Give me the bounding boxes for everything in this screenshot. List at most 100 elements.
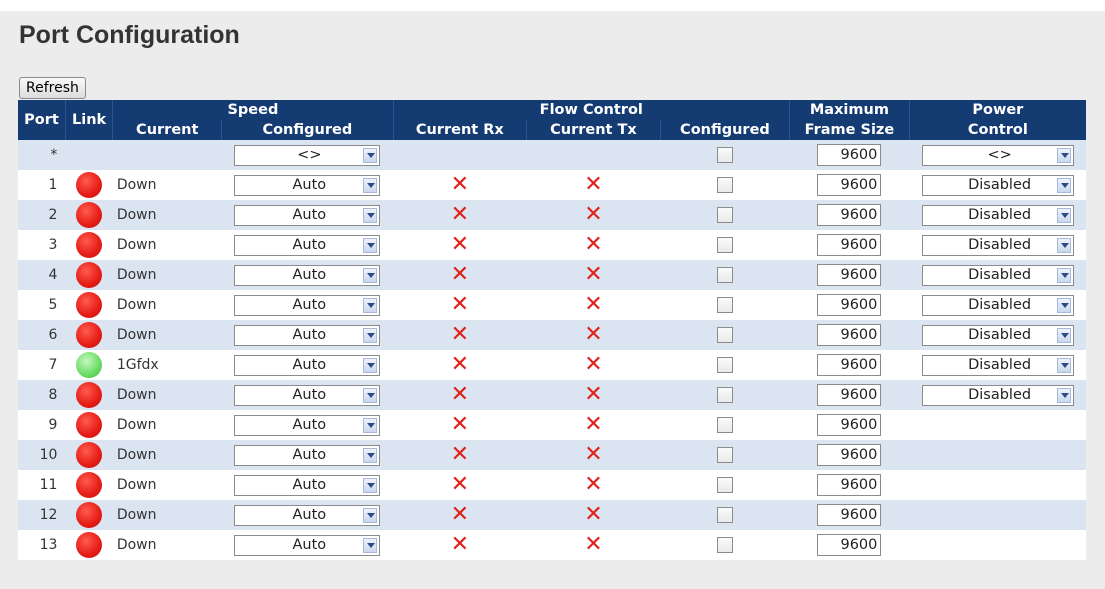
chevron-down-icon[interactable] [363,237,378,253]
flow-control-checkbox[interactable] [716,417,733,433]
current-tx-cell: ✕ [526,380,661,410]
speed-select[interactable]: Auto [234,534,381,556]
flow-control-checkbox[interactable] [716,447,733,463]
max-frame-input[interactable]: 9600 [817,174,882,196]
speed-select[interactable]: <> [234,144,381,166]
power-select[interactable]: Disabled [921,264,1074,286]
flow-control-checkbox[interactable] [716,177,733,193]
chevron-down-icon[interactable] [1056,387,1071,403]
speed-select[interactable]: Auto [234,444,381,466]
speed-select[interactable]: Auto [234,324,381,346]
speed-select[interactable]: Auto [234,264,381,286]
power-select[interactable]: <> [921,144,1074,166]
link-cell [65,440,113,470]
chevron-down-icon[interactable] [363,387,378,403]
power-select[interactable]: Disabled [921,294,1074,316]
flow-control-checkbox[interactable] [716,237,733,253]
power-select[interactable]: Disabled [921,204,1074,226]
chevron-down-icon[interactable] [363,147,378,163]
max-frame-input[interactable]: 9600 [817,294,882,316]
speed-select[interactable]: Auto [234,294,381,316]
flow-control-checkbox[interactable] [716,477,733,493]
current-cell: Down [112,230,222,260]
flow-control-checkbox[interactable] [716,357,733,373]
max-frame-input[interactable]: 9600 [817,504,882,526]
max-frame-cell: 9600 [789,440,910,470]
chevron-down-icon[interactable] [1056,267,1071,283]
chevron-down-icon[interactable] [363,447,378,463]
red-x-icon: ✕ [584,322,603,347]
speed-select-value: Auto [292,506,327,523]
power-select[interactable]: Disabled [921,384,1074,406]
flow-control-checkbox[interactable] [716,327,733,343]
content-area: Port Configuration Refresh Port Link Spe… [0,11,1105,589]
max-frame-input[interactable]: 9600 [817,534,882,556]
max-frame-input[interactable]: 9600 [817,414,882,436]
chevron-down-icon[interactable] [363,177,378,193]
chevron-down-icon[interactable] [363,207,378,223]
power-select[interactable]: Disabled [921,234,1074,256]
speed-select[interactable]: Auto [234,354,381,376]
max-frame-input[interactable]: 9600 [817,354,882,376]
chevron-down-icon[interactable] [363,507,378,523]
chevron-down-icon[interactable] [1056,297,1071,313]
chevron-down-icon[interactable] [1056,207,1071,223]
chevron-down-icon[interactable] [363,417,378,433]
refresh-button[interactable]: Refresh [19,77,86,99]
max-frame-input[interactable]: 9600 [817,204,882,226]
max-frame-input[interactable]: 9600 [817,144,882,166]
chevron-down-icon[interactable] [1056,327,1071,343]
speed-select[interactable]: Auto [234,504,381,526]
port-cell: 1 [18,170,66,200]
flow-configured-cell [660,170,790,200]
chevron-down-icon[interactable] [363,327,378,343]
max-frame-cell: 9600 [789,200,910,230]
flow-control-checkbox[interactable] [716,537,733,553]
chevron-down-icon[interactable] [1056,147,1071,163]
current-cell: Down [112,320,222,350]
max-frame-input[interactable]: 9600 [817,474,882,496]
header-speed: Speed [112,100,393,120]
flow-configured-cell [660,530,790,560]
link-cell [65,260,113,290]
chevron-down-icon[interactable] [1056,177,1071,193]
speed-select[interactable]: Auto [234,474,381,496]
chevron-down-icon[interactable] [1056,237,1071,253]
power-select[interactable]: Disabled [921,354,1074,376]
flow-control-checkbox[interactable] [716,147,733,163]
max-frame-input[interactable]: 9600 [817,384,882,406]
power-select-value: Disabled [968,326,1032,343]
flow-control-checkbox[interactable] [716,387,733,403]
speed-select[interactable]: Auto [234,414,381,436]
speed-select[interactable]: Auto [234,234,381,256]
chevron-down-icon[interactable] [1056,357,1071,373]
red-x-icon: ✕ [450,232,470,257]
power-select[interactable]: Disabled [921,324,1074,346]
chevron-down-icon[interactable] [363,357,378,373]
green-dot-icon [76,352,103,378]
max-frame-input[interactable]: 9600 [817,264,882,286]
header-flow-configured: Configured [659,120,790,140]
table-row: 13 Down Auto ✕ ✕ 9600 [18,530,1086,560]
flow-control-checkbox[interactable] [716,507,733,523]
link-cell [65,230,113,260]
max-frame-input[interactable]: 9600 [817,234,882,256]
link-cell [65,140,113,170]
flow-control-checkbox[interactable] [716,207,733,223]
speed-select[interactable]: Auto [234,204,381,226]
current-cell: Down [112,470,222,500]
power-cell: Disabled [909,260,1086,290]
max-frame-input[interactable]: 9600 [817,444,882,466]
max-frame-input[interactable]: 9600 [817,324,882,346]
port-cell: 11 [18,470,66,500]
chevron-down-icon[interactable] [363,477,378,493]
flow-control-checkbox[interactable] [716,267,733,283]
speed-select[interactable]: Auto [234,174,381,196]
chevron-down-icon[interactable] [363,267,378,283]
power-select[interactable]: Disabled [921,174,1074,196]
chevron-down-icon[interactable] [363,537,378,553]
chevron-down-icon[interactable] [363,297,378,313]
table-row: 3 Down Auto ✕ ✕ 9600 Disabled [18,230,1086,260]
flow-control-checkbox[interactable] [716,297,733,313]
speed-select[interactable]: Auto [234,384,381,406]
